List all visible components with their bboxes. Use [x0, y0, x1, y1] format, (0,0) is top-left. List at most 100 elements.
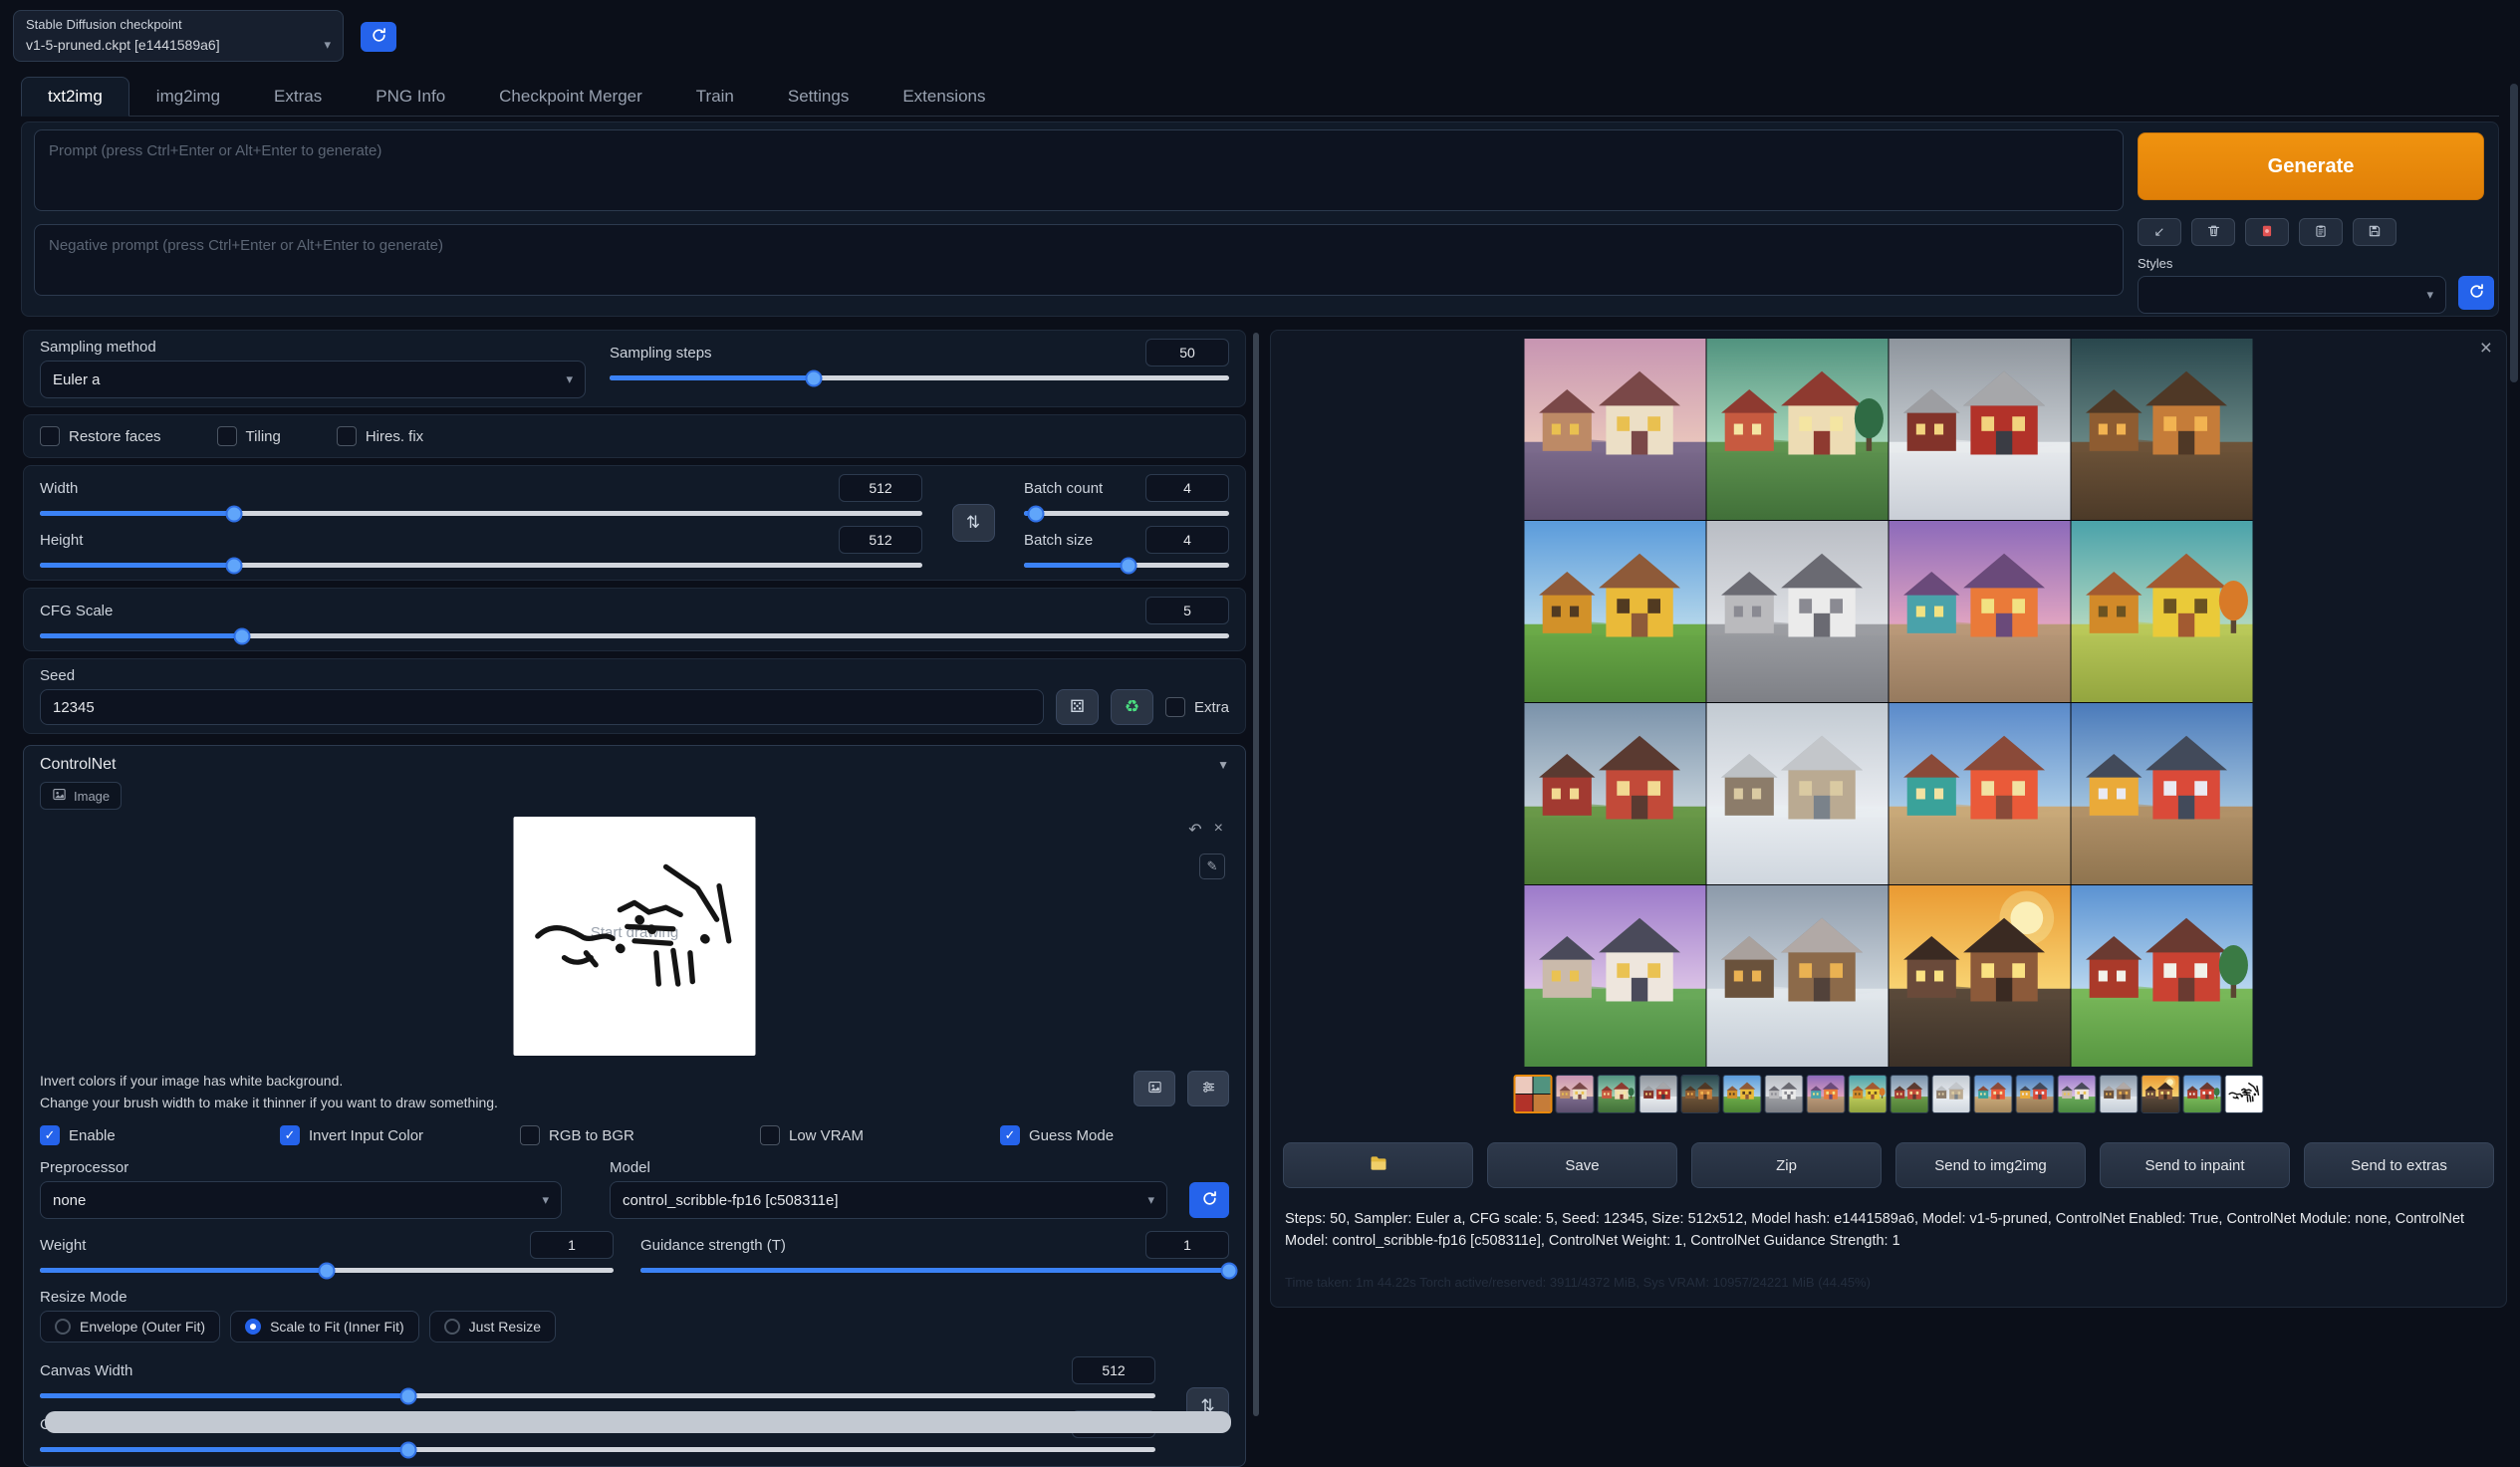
slider-track[interactable] [40, 563, 922, 568]
gallery-image-4[interactable] [2072, 339, 2253, 520]
gallery-image-2[interactable] [1707, 339, 1889, 520]
weight-slider[interactable]: Weight [40, 1231, 614, 1277]
page-scrollbar[interactable] [2510, 84, 2518, 382]
invert-input-color-checkbox[interactable]: ✓Invert Input Color [280, 1125, 520, 1145]
scale-to-fit-inner-fit-radio[interactable]: Scale to Fit (Inner Fit) [230, 1311, 419, 1343]
extra-seed-checkbox[interactable]: Extra [1165, 697, 1229, 717]
thumbnail-15[interactable] [2142, 1075, 2180, 1113]
rgb-to-bgr-checkbox[interactable]: RGB to BGR [520, 1125, 760, 1145]
tab-image[interactable]: Image [40, 782, 122, 810]
gallery-image-11[interactable] [1890, 703, 2071, 884]
controlnet-header[interactable]: ControlNet ▼ [40, 756, 1229, 774]
thumbnail-16[interactable] [2183, 1075, 2222, 1113]
guess-mode-checkbox[interactable]: ✓Guess Mode [1000, 1125, 1114, 1145]
thumbnail-grid[interactable] [1514, 1075, 1553, 1113]
tab-checkpoint-merger[interactable]: Checkpoint Merger [472, 77, 669, 117]
negative-prompt-input[interactable] [34, 224, 2124, 296]
just-resize-radio[interactable]: Just Resize [429, 1311, 556, 1343]
batch-count-value-input[interactable] [1145, 474, 1229, 502]
gallery-image-6[interactable] [1707, 521, 1889, 702]
thumbnail-3[interactable] [1639, 1075, 1678, 1113]
send-to-extras-button[interactable]: Send to extras [2304, 1142, 2494, 1188]
gallery-image-14[interactable] [1707, 885, 1889, 1067]
drawing-canvas[interactable]: Start drawing [514, 817, 756, 1056]
thumbnail-1[interactable] [1556, 1075, 1595, 1113]
slider-handle[interactable] [225, 505, 242, 522]
slider-handle[interactable] [399, 1387, 416, 1404]
gallery-image-5[interactable] [1525, 521, 1706, 702]
gallery-image-13[interactable] [1525, 885, 1706, 1067]
thumbnail-12[interactable] [2016, 1075, 2055, 1113]
canvas-width-value-input[interactable] [1072, 1356, 1155, 1384]
slider-track[interactable] [40, 511, 922, 516]
close-gallery-button[interactable]: × [2480, 337, 2492, 361]
gallery-image-8[interactable] [2072, 521, 2253, 702]
generate-button[interactable]: Generate [2138, 132, 2484, 200]
canvas-image-button[interactable] [1134, 1071, 1175, 1106]
save-style-button[interactable] [2353, 218, 2396, 246]
left-panel-scrollbar[interactable] [1253, 333, 1259, 1416]
slider-track[interactable] [40, 1268, 614, 1273]
guidance-strength-t-value-input[interactable] [1145, 1231, 1229, 1259]
gallery-image-10[interactable] [1707, 703, 1889, 884]
gallery-image-1[interactable] [1525, 339, 1706, 520]
swap-dimensions-button[interactable]: ⇅ [952, 504, 995, 542]
slider-track[interactable] [40, 1447, 1155, 1452]
restore-faces-checkbox[interactable]: Restore faces [40, 426, 161, 446]
undo-button[interactable]: ↶ [1188, 820, 1201, 840]
tab-txt2img[interactable]: txt2img [21, 77, 129, 117]
envelope-outer-fit-radio[interactable]: Envelope (Outer Fit) [40, 1311, 220, 1343]
tab-png-info[interactable]: PNG Info [349, 77, 472, 117]
send-to-inpaint-button[interactable]: Send to inpaint [2100, 1142, 2290, 1188]
script-section-collapsed[interactable] [45, 1411, 1231, 1433]
height-value-input[interactable] [839, 526, 922, 554]
enable-checkbox[interactable]: ✓Enable [40, 1125, 280, 1145]
cfg-scale-value-input[interactable] [1145, 597, 1229, 624]
clear-canvas-button[interactable]: × [1214, 820, 1223, 840]
slider-handle[interactable] [399, 1441, 416, 1458]
clear-prompt-button[interactable] [2191, 218, 2235, 246]
apply-style-button[interactable] [2299, 218, 2343, 246]
collapse-icon[interactable]: ▼ [1217, 758, 1229, 772]
model-dropdown[interactable]: control_scribble-fp16 [c508311e] ▾ [610, 1181, 1167, 1219]
zip-button[interactable]: Zip [1691, 1142, 1882, 1188]
preprocessor-dropdown[interactable]: none ▾ [40, 1181, 562, 1219]
paste-button[interactable]: ↙ [2138, 218, 2181, 246]
gallery-image-7[interactable] [1890, 521, 2071, 702]
guidance-strength-slider[interactable]: Guidance strength (T) [640, 1231, 1229, 1277]
thumbnail-scribble[interactable] [2225, 1075, 2264, 1113]
slider-handle[interactable] [319, 1262, 336, 1279]
sampling-method-dropdown[interactable]: Euler a ▾ [40, 361, 586, 398]
slider-track[interactable] [40, 1393, 1155, 1398]
gallery-image-16[interactable] [2072, 885, 2253, 1067]
slider-handle[interactable] [233, 627, 250, 644]
slider-track[interactable] [1024, 563, 1229, 568]
slider-handle[interactable] [1028, 505, 1045, 522]
sampling-steps-slider[interactable]: Sampling steps [610, 339, 1229, 398]
tab-extensions[interactable]: Extensions [876, 77, 1012, 117]
styles-dropdown[interactable]: ▾ [2138, 276, 2446, 314]
gallery-image-9[interactable] [1525, 703, 1706, 884]
refresh-styles-button[interactable] [2458, 276, 2494, 310]
refresh-models-button[interactable] [1189, 1182, 1229, 1218]
width-value-input[interactable] [839, 474, 922, 502]
slider-track[interactable] [40, 633, 1229, 638]
tab-extras[interactable]: Extras [247, 77, 349, 117]
batch-count-slider[interactable]: Batch count [1024, 474, 1229, 520]
reuse-seed-button[interactable]: ♻ [1111, 689, 1153, 725]
tab-train[interactable]: Train [669, 77, 761, 117]
canvas-width-slider[interactable]: Canvas Width [40, 1356, 1155, 1402]
gallery-image-3[interactable] [1890, 339, 2071, 520]
style-card-button[interactable] [2245, 218, 2289, 246]
slider-track[interactable] [640, 1268, 1229, 1273]
thumbnail-5[interactable] [1723, 1075, 1762, 1113]
slider-handle[interactable] [225, 557, 242, 574]
thumbnail-9[interactable] [1890, 1075, 1929, 1113]
slider-handle[interactable] [1121, 557, 1137, 574]
hires-fix-checkbox[interactable]: Hires. fix [337, 426, 423, 446]
low-vram-checkbox[interactable]: Low VRAM [760, 1125, 1000, 1145]
thumbnail-10[interactable] [1932, 1075, 1971, 1113]
tiling-checkbox[interactable]: Tiling [217, 426, 281, 446]
thumbnail-4[interactable] [1681, 1075, 1720, 1113]
thumbnail-14[interactable] [2100, 1075, 2139, 1113]
